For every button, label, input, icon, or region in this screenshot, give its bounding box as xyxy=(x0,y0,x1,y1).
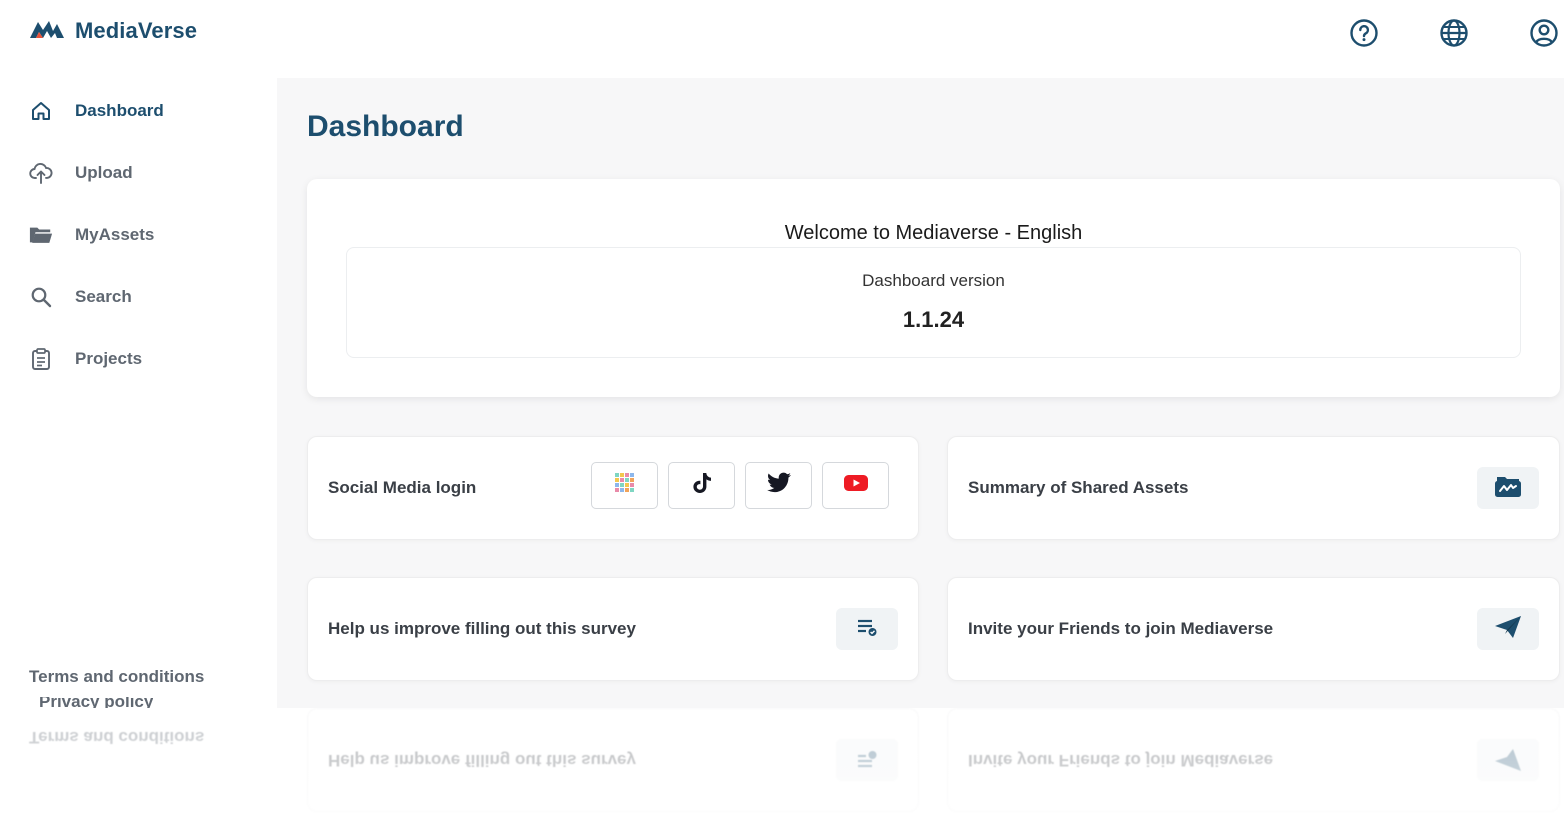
reflection-overlay: Terms and conditions Help us improve fil… xyxy=(0,708,1564,833)
version-value: 1.1.24 xyxy=(902,307,965,332)
welcome-card: Welcome to Mediaverse - English Dashboar… xyxy=(307,179,1560,397)
mediaverse-logo-icon xyxy=(29,19,65,44)
sidebar-item-label: Search xyxy=(75,287,132,306)
mediaverse-network-button[interactable] xyxy=(591,462,658,509)
sidebar-item-dashboard[interactable]: Dashboard xyxy=(29,95,164,127)
sidebar-item-label: MyAssets xyxy=(75,225,155,244)
social-buttons xyxy=(591,462,889,509)
main-content: Dashboard Welcome to Mediaverse - Englis… xyxy=(277,78,1564,708)
sidebar-item-label: Projects xyxy=(75,349,143,368)
version-box: Dashboard version 1.1.24 xyxy=(346,247,1521,358)
version-label: Dashboard version xyxy=(862,271,1005,290)
sidebar-item-label: Upload xyxy=(75,163,133,182)
sidebar-item-projects[interactable]: Projects xyxy=(29,343,142,375)
brand-name: MediaVerse xyxy=(75,18,198,43)
privacy-link-label: Privacy policy xyxy=(39,697,154,708)
mediaverse-network-icon xyxy=(612,470,638,501)
sidebar-item-label: Dashboard xyxy=(75,101,164,120)
reflection-fade xyxy=(0,708,1564,833)
privacy-link[interactable]: Privacy policy xyxy=(29,697,153,708)
help-icon[interactable] xyxy=(1347,16,1381,50)
welcome-title: Welcome to Mediaverse - English xyxy=(784,222,1083,244)
shared-assets-label: Summary of Shared Assets xyxy=(968,478,1189,497)
shared-assets-tile[interactable]: Summary of Shared Assets xyxy=(947,436,1560,540)
sidebar-item-search[interactable]: Search xyxy=(29,281,132,313)
shared-assets-button[interactable] xyxy=(1477,467,1539,509)
sidebar-item-myassets[interactable]: MyAssets xyxy=(29,219,154,251)
folder-icon xyxy=(29,223,53,247)
invite-button[interactable] xyxy=(1477,608,1539,650)
page-title: Dashboard xyxy=(307,110,464,143)
youtube-icon xyxy=(843,473,869,498)
invite-label: Invite your Friends to join Mediaverse xyxy=(968,619,1274,638)
globe-icon[interactable] xyxy=(1437,16,1471,50)
paper-plane-icon xyxy=(1493,614,1523,645)
survey-tile[interactable]: Help us improve filling out this survey xyxy=(307,577,919,681)
search-icon xyxy=(29,285,53,309)
header-actions xyxy=(1304,16,1564,52)
twitter-button[interactable] xyxy=(745,462,812,509)
twitter-icon xyxy=(766,472,792,499)
sidebar-item-upload[interactable]: Upload xyxy=(29,157,133,189)
tiktok-button[interactable] xyxy=(668,462,735,509)
survey-icon xyxy=(856,617,878,642)
invite-tile[interactable]: Invite your Friends to join Mediaverse xyxy=(947,577,1560,681)
home-icon xyxy=(29,99,53,123)
shared-assets-icon xyxy=(1493,473,1523,504)
social-media-label: Social Media login xyxy=(328,478,477,497)
upload-cloud-icon xyxy=(29,161,53,185)
survey-button[interactable] xyxy=(836,608,898,650)
survey-label: Help us improve filling out this survey xyxy=(328,619,636,638)
account-icon[interactable] xyxy=(1527,16,1561,50)
sidebar: Dashboard Upload MyAssets Search Project… xyxy=(15,70,277,710)
brand[interactable]: MediaVerse xyxy=(29,18,197,44)
tiktok-icon xyxy=(690,471,714,500)
clipboard-icon xyxy=(29,347,53,371)
top-header: MediaVerse xyxy=(0,0,1564,70)
youtube-button[interactable] xyxy=(822,462,889,509)
social-media-tile: Social Media login xyxy=(307,436,919,540)
terms-link[interactable]: Terms and conditions xyxy=(29,667,204,687)
